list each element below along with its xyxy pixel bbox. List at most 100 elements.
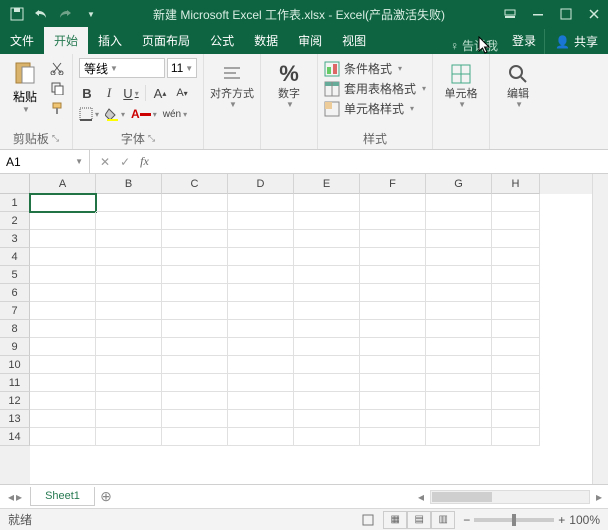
cell[interactable] xyxy=(228,212,294,230)
row-header[interactable]: 11 xyxy=(0,374,30,392)
cell[interactable] xyxy=(360,230,426,248)
cell[interactable] xyxy=(492,428,540,446)
row-header[interactable]: 12 xyxy=(0,392,30,410)
cell[interactable] xyxy=(360,428,426,446)
number-button[interactable]: %数字▼ xyxy=(267,58,311,109)
cell[interactable] xyxy=(228,392,294,410)
cell[interactable] xyxy=(96,230,162,248)
qat-dropdown-icon[interactable]: ▼ xyxy=(80,3,102,25)
font-name-combo[interactable]: 等线▼ xyxy=(79,58,165,78)
cells-button[interactable]: 单元格▼ xyxy=(439,58,483,109)
row-header[interactable]: 2 xyxy=(0,212,30,230)
macro-icon[interactable] xyxy=(361,513,375,527)
horizontal-scrollbar[interactable] xyxy=(430,490,590,504)
cell[interactable] xyxy=(492,248,540,266)
cell[interactable] xyxy=(360,284,426,302)
cell[interactable] xyxy=(30,266,96,284)
cell[interactable] xyxy=(30,392,96,410)
cell[interactable] xyxy=(426,374,492,392)
cell[interactable] xyxy=(96,248,162,266)
cell[interactable] xyxy=(360,356,426,374)
cell[interactable] xyxy=(30,356,96,374)
save-icon[interactable] xyxy=(6,3,28,25)
cell[interactable] xyxy=(30,194,96,212)
row-header[interactable]: 5 xyxy=(0,266,30,284)
font-color-icon[interactable]: A▾ xyxy=(131,105,157,123)
cell[interactable] xyxy=(162,356,228,374)
zoom-in-icon[interactable]: + xyxy=(558,513,565,527)
cell[interactable] xyxy=(426,212,492,230)
editing-button[interactable]: 编辑▼ xyxy=(496,58,540,109)
row-header[interactable]: 1 xyxy=(0,194,30,212)
cell[interactable] xyxy=(30,302,96,320)
col-header[interactable]: F xyxy=(360,174,426,194)
cell[interactable] xyxy=(426,410,492,428)
cell[interactable] xyxy=(492,320,540,338)
zoom-level[interactable]: 100% xyxy=(569,513,600,527)
zoom-out-icon[interactable]: − xyxy=(463,513,470,527)
bold-button[interactable]: B xyxy=(79,84,95,102)
cell[interactable] xyxy=(162,266,228,284)
cell[interactable] xyxy=(360,392,426,410)
fill-color-icon[interactable]: ▾ xyxy=(105,105,125,123)
cell[interactable] xyxy=(294,392,360,410)
phonetic-icon[interactable]: wén▾ xyxy=(163,105,187,123)
dialog-launcher-icon[interactable]: ⤡ xyxy=(148,133,155,144)
cell[interactable] xyxy=(426,428,492,446)
zoom-slider[interactable] xyxy=(474,518,554,522)
cell[interactable] xyxy=(228,266,294,284)
sheet-tab[interactable]: Sheet1 xyxy=(30,487,95,506)
vertical-scrollbar[interactable] xyxy=(592,174,608,484)
cell[interactable] xyxy=(96,428,162,446)
cell[interactable] xyxy=(360,248,426,266)
cell[interactable] xyxy=(294,212,360,230)
cell[interactable] xyxy=(426,320,492,338)
cell[interactable] xyxy=(162,320,228,338)
row-header[interactable]: 6 xyxy=(0,284,30,302)
page-layout-icon[interactable]: ▤ xyxy=(407,511,431,529)
cell[interactable] xyxy=(492,374,540,392)
cell[interactable] xyxy=(294,302,360,320)
cell[interactable] xyxy=(96,392,162,410)
cell[interactable] xyxy=(228,356,294,374)
cell[interactable] xyxy=(162,374,228,392)
tab-page-layout[interactable]: 页面布局 xyxy=(132,27,200,54)
cell[interactable] xyxy=(96,320,162,338)
cell[interactable] xyxy=(360,302,426,320)
dialog-launcher-icon[interactable]: ⤡ xyxy=(52,133,59,144)
cell[interactable] xyxy=(492,356,540,374)
cell[interactable] xyxy=(294,410,360,428)
cell[interactable] xyxy=(426,392,492,410)
cell[interactable] xyxy=(360,320,426,338)
cell[interactable] xyxy=(162,230,228,248)
alignment-button[interactable]: 对齐方式▼ xyxy=(210,58,254,109)
cell[interactable] xyxy=(426,302,492,320)
cell[interactable] xyxy=(228,338,294,356)
cell[interactable] xyxy=(360,212,426,230)
cell[interactable] xyxy=(294,284,360,302)
cell[interactable] xyxy=(30,284,96,302)
maximize-icon[interactable] xyxy=(552,0,580,28)
cell[interactable] xyxy=(360,374,426,392)
border-icon[interactable]: ▾ xyxy=(79,105,99,123)
cell[interactable] xyxy=(360,410,426,428)
col-header[interactable]: E xyxy=(294,174,360,194)
page-break-icon[interactable]: ▥ xyxy=(431,511,455,529)
paste-button[interactable]: 粘贴 ▼ xyxy=(6,58,44,114)
tab-data[interactable]: 数据 xyxy=(244,27,288,54)
row-header[interactable]: 7 xyxy=(0,302,30,320)
row-header[interactable]: 4 xyxy=(0,248,30,266)
cell[interactable] xyxy=(30,320,96,338)
cell[interactable] xyxy=(360,194,426,212)
cell[interactable] xyxy=(294,356,360,374)
row-header[interactable]: 14 xyxy=(0,428,30,446)
scroll-left-icon[interactable]: ◂ xyxy=(418,490,424,504)
cell[interactable] xyxy=(492,410,540,428)
col-header[interactable]: G xyxy=(426,174,492,194)
cell[interactable] xyxy=(492,302,540,320)
cell[interactable] xyxy=(228,410,294,428)
col-header[interactable]: A xyxy=(30,174,96,194)
decrease-font-icon[interactable]: A▾ xyxy=(174,84,190,102)
normal-view-icon[interactable]: ▦ xyxy=(383,511,407,529)
cell[interactable] xyxy=(96,410,162,428)
